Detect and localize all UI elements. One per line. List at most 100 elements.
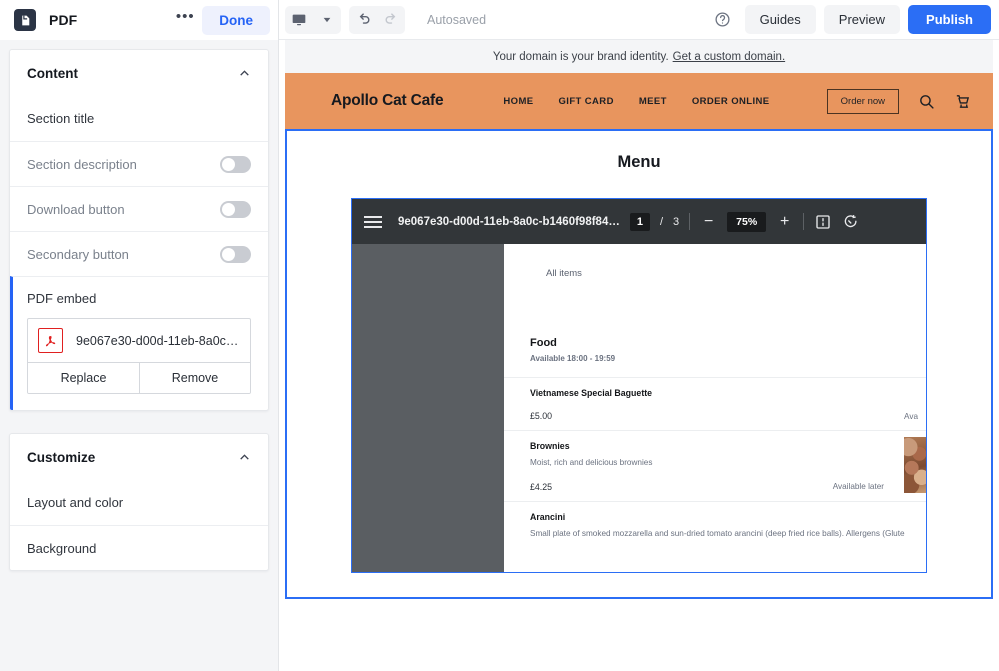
chevron-up-icon (240, 69, 249, 76)
divider (689, 213, 691, 230)
pdf-embed-viewer: 9e067e30-d00d-11eb-8a0c-b1460f98f84… 1 /… (351, 198, 927, 573)
category-heading: Food (530, 337, 557, 349)
content-section-title: Content (27, 65, 78, 81)
settings-panel: PDF ••• Done Content Section title Secti… (0, 0, 279, 671)
customize-section-header[interactable]: Customize (10, 434, 268, 480)
nav-item-order-online[interactable]: ORDER ONLINE (692, 96, 770, 107)
toggle-knob (222, 202, 235, 216)
editor-toolbar: Autosaved Guides Preview Publish (279, 0, 999, 40)
row-label: Layout and color (27, 495, 124, 510)
pdf-viewer-toolbar: 9e067e30-d00d-11eb-8a0c-b1460f98f84… 1 /… (352, 199, 926, 244)
more-options-button[interactable]: ••• (172, 7, 198, 33)
nav-item-gift-card[interactable]: GIFT CARD (559, 96, 614, 107)
menu-item-thumbnail (904, 437, 926, 493)
page-total: 3 (673, 215, 680, 228)
pdf-embed-label: PDF embed (27, 291, 97, 306)
publish-button[interactable]: Publish (908, 5, 991, 34)
nav-item-home[interactable]: HOME (503, 96, 533, 107)
row-download-button[interactable]: Download button (10, 186, 268, 231)
hamburger-menu-icon[interactable] (364, 215, 382, 228)
toggle-knob (222, 247, 235, 261)
secondary-button-toggle[interactable] (220, 245, 251, 263)
search-icon[interactable] (918, 93, 935, 110)
row-label: Section description (27, 156, 137, 172)
menu-item-availability: Available later (832, 481, 884, 491)
panel-header: PDF ••• Done (0, 0, 278, 40)
pdf-page-content: All items Food Available 18:00 - 19:59 V… (504, 244, 926, 572)
site-canvas: Your domain is your brand identity. Get … (279, 40, 999, 671)
row-pdf-embed[interactable]: PDF embed 9e067e30-d00d-11eb-8a0c-b1… Re… (10, 276, 268, 410)
section-description-toggle[interactable] (220, 155, 251, 173)
pdf-viewer-body[interactable]: All items Food Available 18:00 - 19:59 V… (352, 244, 926, 572)
download-button-toggle[interactable] (220, 200, 251, 218)
pdf-file-icon (14, 9, 36, 31)
page-number-input[interactable]: 1 (629, 212, 650, 231)
plus-icon[interactable]: + (776, 213, 793, 230)
customize-section-card: Customize Layout and color Background (9, 433, 269, 571)
replace-button[interactable]: Replace (28, 363, 139, 393)
divider (803, 213, 805, 230)
pdf-viewer-gutter (352, 244, 504, 572)
autosaved-status: Autosaved (427, 12, 487, 27)
row-section-description[interactable]: Section description (10, 141, 268, 186)
panel-body: Content Section title Section descriptio… (0, 40, 278, 671)
menu-item-description: Small plate of smoked mozzarella and sun… (530, 528, 905, 538)
site-nav: HOME GIFT CARD MEET ORDER ONLINE (503, 96, 769, 107)
redo-arrow-icon[interactable] (377, 6, 405, 34)
get-custom-domain-link[interactable]: Get a custom domain. (673, 51, 786, 63)
pdf-section-selected[interactable]: Menu 9e067e30-d00d-11eb-8a0c-b1460f98f84… (285, 129, 993, 599)
history-group (349, 5, 405, 34)
toggle-knob (222, 157, 235, 171)
customize-section-title: Customize (27, 449, 96, 465)
remove-button[interactable]: Remove (139, 363, 250, 393)
chevron-up-icon (240, 453, 249, 460)
order-now-button[interactable]: Order now (826, 88, 899, 114)
site-header: Apollo Cat Cafe HOME GIFT CARD MEET ORDE… (285, 73, 993, 129)
fit-to-page-icon[interactable] (814, 213, 832, 231)
desktop-monitor-icon[interactable] (285, 6, 313, 34)
guides-button[interactable]: Guides (744, 5, 816, 34)
menu-item-row: Vietnamese Special Baguette £5.00 Ava (504, 377, 926, 430)
menu-item-name: Arancini (530, 511, 566, 522)
row-section-title[interactable]: Section title (10, 96, 268, 141)
menu-item-name: Vietnamese Special Baguette (530, 388, 653, 398)
pdf-file-chip-top: 9e067e30-d00d-11eb-8a0c-b1… (28, 319, 250, 362)
acrobat-pdf-icon (38, 328, 63, 353)
all-items-label: All items (546, 268, 582, 279)
pdf-file-actions: Replace Remove (28, 362, 250, 393)
editor-app: PDF ••• Done Content Section title Secti… (0, 0, 999, 671)
row-label: Background (27, 540, 97, 556)
minus-icon[interactable]: − (700, 213, 717, 230)
rotate-icon[interactable] (842, 213, 860, 231)
pdf-file-chip: 9e067e30-d00d-11eb-8a0c-b1… Replace Remo… (27, 318, 251, 394)
pdf-file-name: 9e067e30-d00d-11eb-8a0c-b1… (76, 333, 240, 348)
menu-item-availability: Ava (904, 412, 918, 421)
device-selector[interactable] (285, 5, 341, 34)
content-section-header[interactable]: Content (10, 50, 268, 96)
question-mark-circle-icon[interactable] (709, 6, 737, 34)
page-separator: / (659, 215, 664, 228)
nav-item-meet[interactable]: MEET (639, 96, 667, 107)
undo-arrow-icon[interactable] (349, 6, 377, 34)
row-label: Secondary button (27, 246, 129, 262)
row-label: Download button (27, 201, 125, 217)
row-layout-and-color[interactable]: Layout and color (10, 480, 268, 525)
category-availability: Available 18:00 - 19:59 (530, 354, 616, 363)
content-section-card: Content Section title Section descriptio… (9, 49, 269, 411)
preview-button[interactable]: Preview (823, 5, 901, 34)
menu-item-price: £5.00 (530, 411, 553, 421)
shopping-cart-icon[interactable] (954, 93, 971, 110)
menu-item-row: Arancini Small plate of smoked mozzarell… (504, 500, 926, 549)
menu-item-description: Moist, rich and delicious brownies (530, 458, 653, 467)
panel-title: PDF (49, 12, 78, 28)
section-heading: Menu (617, 153, 661, 171)
menu-item-name: Brownies (530, 441, 570, 451)
row-secondary-button[interactable]: Secondary button (10, 231, 268, 276)
domain-promo-bar: Your domain is your brand identity. Get … (285, 40, 993, 73)
row-background[interactable]: Background (10, 525, 268, 570)
chevron-down-icon[interactable] (313, 6, 341, 34)
done-button[interactable]: Done (202, 5, 270, 35)
menu-item-row: Brownies Moist, rich and delicious brown… (504, 430, 926, 501)
zoom-level-value[interactable]: 75% (727, 211, 767, 232)
editor-main: Autosaved Guides Preview Publish Your do… (279, 0, 999, 671)
